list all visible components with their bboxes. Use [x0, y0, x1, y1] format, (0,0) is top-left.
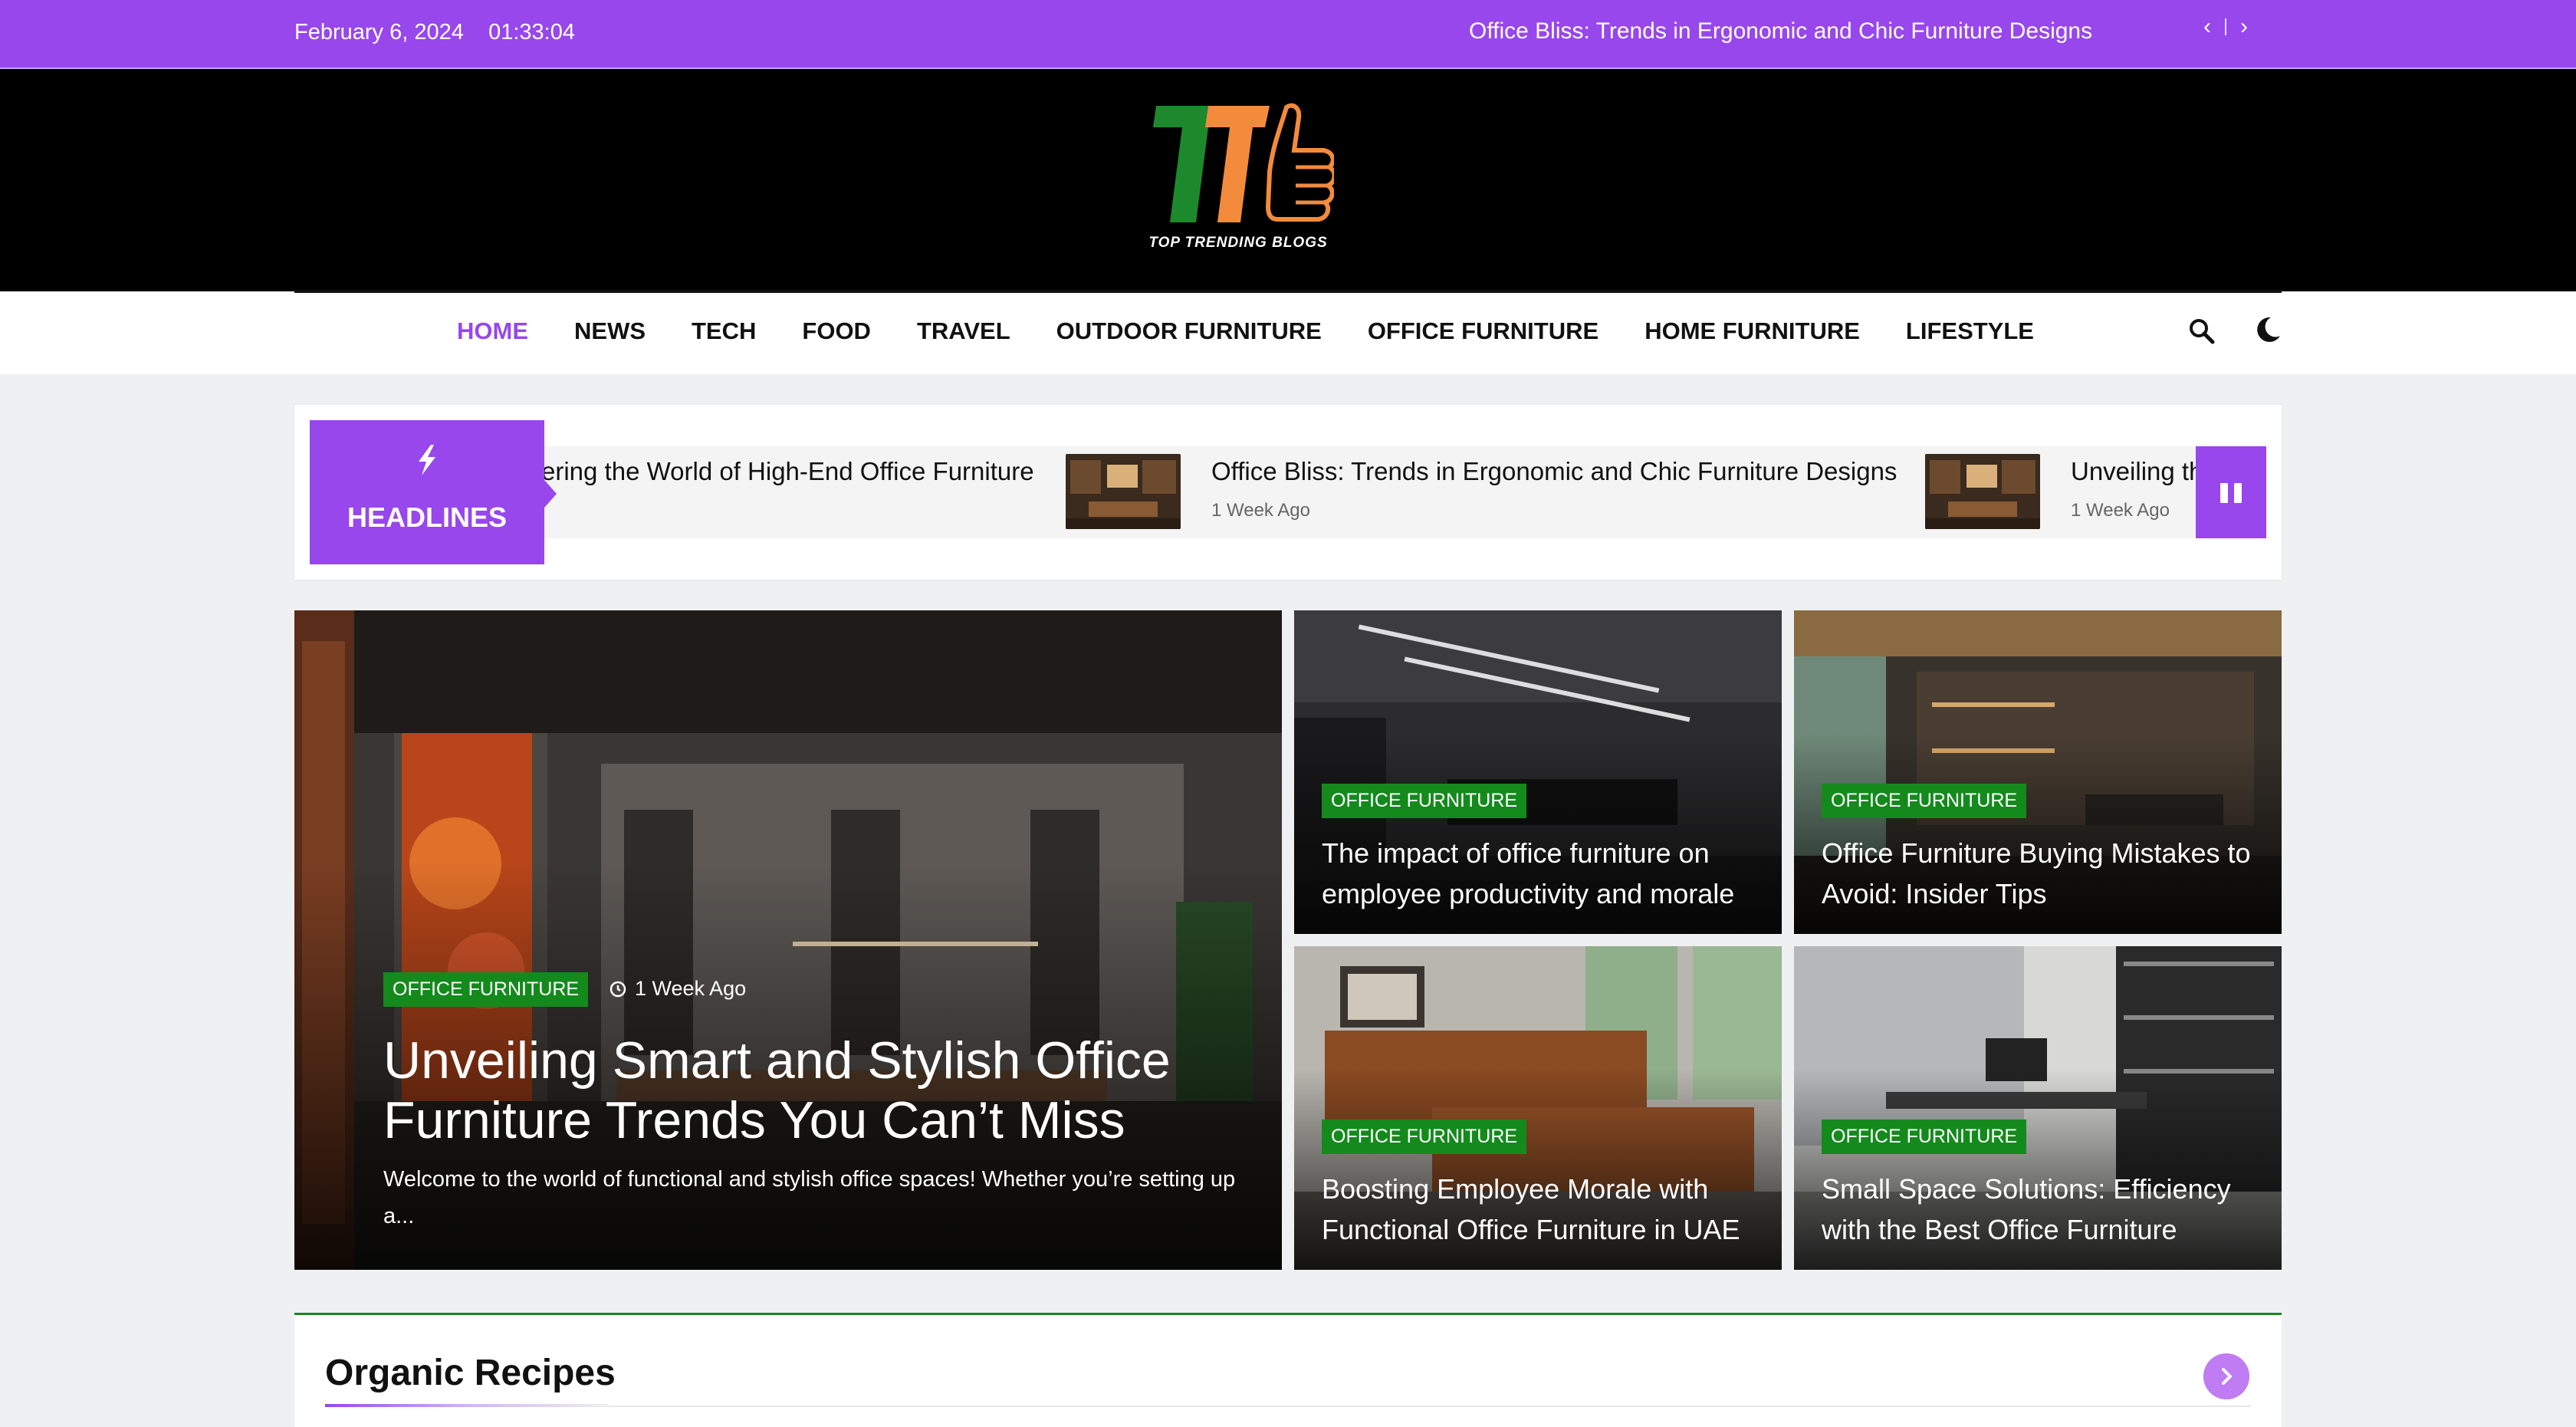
featured-main-card[interactable]: OFFICE FURNITURE 1 Week Ago Unveiling Sm…: [294, 610, 1282, 1270]
featured-tile-title[interactable]: The impact of office furniture on employ…: [1322, 833, 1734, 914]
nav-item-travel[interactable]: TRAVEL: [917, 317, 1010, 345]
headlines-label-arrow: [544, 480, 557, 508]
current-time: 01:33:04: [488, 20, 575, 44]
ticker-separator: [2225, 18, 2226, 35]
nav-item-home[interactable]: HOME: [457, 317, 528, 345]
headline-item[interactable]: Unveiling th 1 Week Ago: [1925, 446, 2203, 538]
category-badge[interactable]: OFFICE FURNITURE: [1822, 1120, 2027, 1154]
featured-tile-title[interactable]: Small Space Solutions: Efficiency with t…: [1822, 1169, 2231, 1250]
bolt-icon: [419, 445, 435, 475]
chevron-right-icon[interactable]: [2203, 1353, 2249, 1399]
main-menu: HOME NEWS TECH FOOD TRAVEL OUTDOOR FURNI…: [457, 317, 2080, 345]
top-bar: February 6, 2024 01:33:04 Office Bliss: …: [0, 0, 2576, 69]
featured-main-title-line[interactable]: Unveiling Smart and Stylish Office: [383, 1031, 1171, 1090]
headline-title[interactable]: ering the World of High-End Office Furni…: [541, 457, 1034, 486]
nav-item-outdoor-furniture[interactable]: OUTDOOR FURNITURE: [1056, 317, 1322, 345]
category-badge[interactable]: OFFICE FURNITURE: [383, 972, 589, 1007]
chevron-left-icon[interactable]: ‹: [2203, 14, 2211, 40]
featured-tile-title-line[interactable]: with the Best Office Furniture: [1822, 1209, 2231, 1250]
nav-item-news[interactable]: NEWS: [574, 317, 646, 345]
featured-tile-title-line[interactable]: The impact of office furniture on: [1322, 833, 1734, 873]
search-icon[interactable]: [2188, 317, 2216, 345]
featured-tile[interactable]: OFFICE FURNITURE Office Furniture Buying…: [1794, 610, 2282, 934]
excerpt-line: a...: [383, 1204, 415, 1228]
headlines-ticker: ering the World of High-End Office Furni…: [311, 446, 2266, 538]
featured-tile-title[interactable]: Boosting Employee Morale with Functional…: [1322, 1169, 1740, 1250]
featured-tile-title-line[interactable]: Functional Office Furniture in UAE: [1322, 1209, 1740, 1250]
post-time: 1 Week Ago: [609, 977, 746, 1001]
headlines-title: HEADLINES: [347, 501, 508, 533]
featured-tile-title-line[interactable]: Office Furniture Buying Mistakes to: [1822, 833, 2251, 873]
featured-tile-title-line[interactable]: Avoid: Insider Tips: [1822, 873, 2251, 914]
navbar-divider: [294, 290, 2282, 293]
post-time-text: 1 Week Ago: [635, 977, 747, 1000]
chevron-right-icon[interactable]: ›: [2240, 14, 2248, 40]
clock-icon: [610, 981, 626, 997]
headlines-label: HEADLINES: [310, 420, 557, 564]
nav-item-office-furniture[interactable]: OFFICE FURNITURE: [1368, 317, 1598, 345]
current-date: February 6, 2024: [294, 20, 464, 44]
moon-icon[interactable]: [2252, 314, 2283, 345]
logo-tagline: TOP TRENDING BLOGS: [1148, 235, 1328, 251]
featured-tile[interactable]: OFFICE FURNITURE Small Space Solutions: …: [1794, 946, 2282, 1270]
ticker-controls: ‹ ›: [2203, 14, 2248, 40]
nav-item-home-furniture[interactable]: HOME FURNITURE: [1644, 317, 1860, 345]
date-time: February 6, 2024 01:33:04: [294, 20, 575, 45]
headline-time: 1 Week Ago: [2071, 500, 2170, 521]
section-baseline: [325, 1406, 2251, 1407]
featured-tile-title-line[interactable]: Boosting Employee Morale with: [1322, 1169, 1740, 1209]
featured-tile-title[interactable]: Office Furniture Buying Mistakes to Avoi…: [1822, 833, 2251, 914]
featured-tile[interactable]: OFFICE FURNITURE The impact of office fu…: [1294, 610, 1782, 934]
featured-tile-title-line[interactable]: employee productivity and morale: [1322, 873, 1734, 914]
category-badge[interactable]: OFFICE FURNITURE: [1822, 784, 2027, 818]
headline-item[interactable]: ering the World of High-End Office Furni…: [541, 446, 1034, 538]
nav-item-tech[interactable]: TECH: [692, 317, 756, 345]
section-underline: [325, 1404, 609, 1407]
featured-main-title-line[interactable]: Furniture Trends You Can’t Miss: [383, 1090, 1171, 1150]
nav-item-lifestyle[interactable]: LIFESTYLE: [1906, 317, 2034, 345]
pause-icon[interactable]: [2196, 446, 2266, 538]
headline-time: 1 Week Ago: [1211, 500, 1310, 521]
headline-thumbnail[interactable]: [1925, 454, 2040, 529]
featured-tile[interactable]: OFFICE FURNITURE Boosting Employee Moral…: [1294, 946, 1782, 1270]
section-title: Organic Recipes: [325, 1353, 616, 1393]
headline-item[interactable]: Office Bliss: Trends in Ergonomic and Ch…: [1066, 446, 1897, 538]
headline-title[interactable]: Unveiling th: [2071, 457, 2203, 486]
nav-item-food[interactable]: FOOD: [802, 317, 871, 345]
category-badge[interactable]: OFFICE FURNITURE: [1322, 1120, 1527, 1154]
headline-title[interactable]: Office Bliss: Trends in Ergonomic and Ch…: [1211, 457, 1897, 486]
top-ticker-link[interactable]: Office Bliss: Trends in Ergonomic and Ch…: [1469, 18, 2092, 44]
featured-tile-title-line[interactable]: Small Space Solutions: Efficiency: [1822, 1169, 2231, 1209]
headline-thumbnail[interactable]: [1066, 454, 1181, 529]
featured-main-title[interactable]: Unveiling Smart and Stylish Office Furni…: [383, 1031, 1171, 1150]
category-badge[interactable]: OFFICE FURNITURE: [1322, 784, 1527, 818]
site-logo[interactable]: [1142, 92, 1334, 257]
excerpt-line: Welcome to the world of functional and s…: [383, 1167, 1236, 1192]
organic-recipes-section: Organic Recipes: [294, 1313, 2282, 1427]
featured-main-excerpt: Welcome to the world of functional and s…: [383, 1161, 1282, 1235]
